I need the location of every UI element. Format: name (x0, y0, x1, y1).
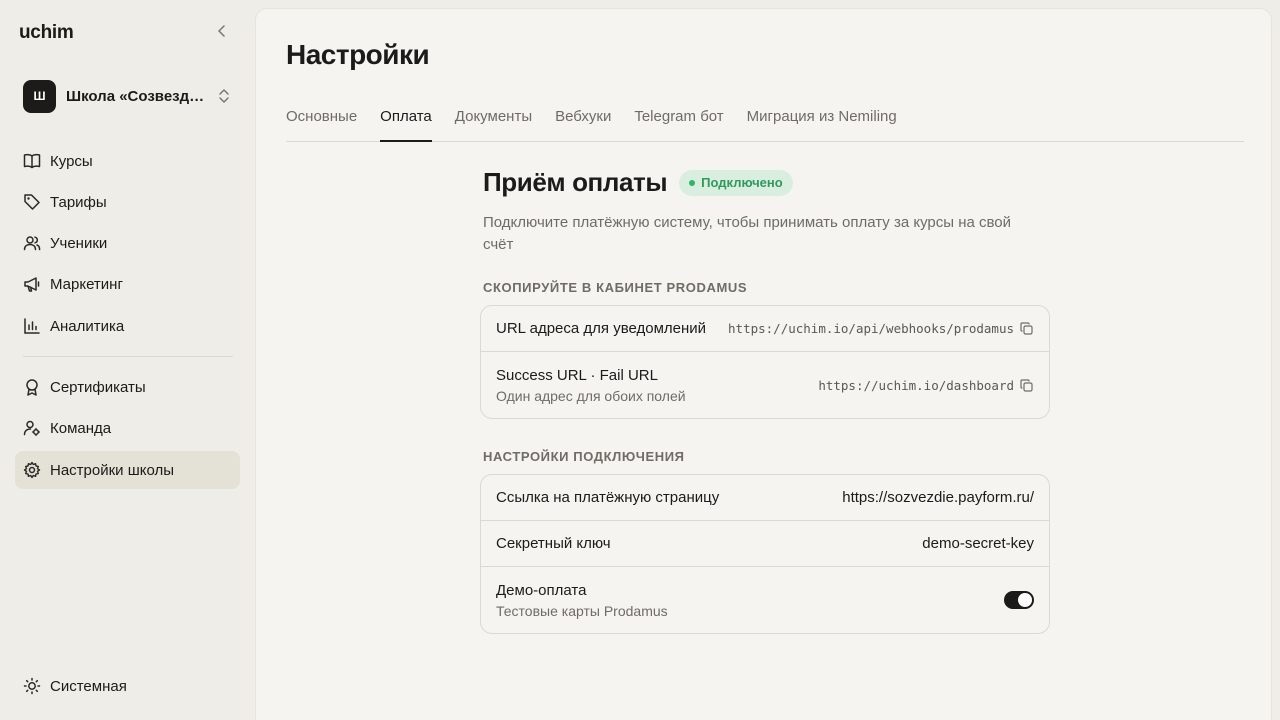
tab-general[interactable]: Основные (286, 101, 357, 142)
sidebar-item-school-settings[interactable]: Настройки школы (15, 451, 240, 489)
connection-card: Ссылка на платёжную страницу https://soz… (480, 474, 1050, 634)
award-icon (23, 378, 41, 396)
tab-migration[interactable]: Миграция из Nemiling (747, 101, 897, 142)
page-title: Настройки (286, 39, 430, 70)
copy-group-label: Скопируйте в кабинет Prodamus (483, 280, 748, 295)
sidebar-item-tariffs[interactable]: Тарифы (15, 183, 240, 221)
tab-payment[interactable]: Оплата (380, 101, 432, 142)
school-switcher[interactable]: Ш Школа «Созвездие» (15, 74, 240, 118)
school-name: Школа «Созвездие» (66, 87, 206, 105)
book-icon (23, 152, 41, 170)
payment-page-label: Ссылка на платёжную страницу (496, 489, 720, 506)
notify-url-label: URL адреса для уведомлений (496, 320, 707, 337)
main-panel: Настройки Основные Оплата Документы Вебх… (255, 8, 1272, 720)
settings-tabs: Основные Оплата Документы Вебхуки Telegr… (286, 101, 1244, 142)
bar-chart-icon (23, 317, 41, 335)
sidebar-item-label: Команда (50, 419, 112, 437)
sidebar-item-label: Аналитика (50, 317, 125, 335)
user-gear-icon (23, 419, 41, 437)
sidebar-item-label: Настройки школы (50, 461, 175, 479)
sidebar-item-label: Курсы (50, 152, 93, 170)
notify-url-value: https://uchim.io/api/webhooks/prodamus (728, 321, 1014, 336)
notify-url-row: URL адреса для уведомлений https://uchim… (481, 306, 1049, 352)
payment-title: Приём оплаты (483, 167, 668, 197)
sidebar-divider (23, 356, 233, 357)
tab-telegram-bot[interactable]: Telegram бот (634, 101, 723, 142)
copy-icon[interactable] (1020, 378, 1034, 392)
sidebar-item-marketing[interactable]: Маркетинг (15, 265, 240, 303)
copy-icon[interactable] (1020, 322, 1034, 336)
tab-documents[interactable]: Документы (455, 101, 532, 142)
payment-page-value[interactable]: https://sozvezdie.payform.ru/ (842, 489, 1034, 506)
sun-icon (23, 677, 41, 695)
sidebar-item-label: Сертификаты (50, 378, 146, 396)
status-badge: Подключено (679, 169, 793, 196)
users-icon (23, 234, 41, 252)
section-description: Подключите платёжную систему, чтобы прин… (483, 214, 1012, 253)
demo-payment-row: Демо-оплата Тестовые карты Prodamus (481, 567, 1049, 633)
status-dot-icon (689, 179, 696, 186)
success-url-value: https://uchim.io/dashboard (818, 377, 1014, 393)
tag-icon (23, 193, 41, 211)
school-avatar: Ш (23, 79, 56, 113)
status-badge-label: Подключено (701, 175, 783, 190)
copy-card: URL адреса для уведомлений https://uchim… (480, 305, 1050, 419)
success-url-label: Success URL · Fail URL (496, 366, 658, 384)
chevron-left-icon (217, 24, 227, 42)
sidebar-item-analytics[interactable]: Аналитика (15, 307, 240, 345)
payment-section: Приём оплаты Подключено Подключите платё… (480, 167, 1053, 634)
sidebar-item-label: Тарифы (50, 193, 107, 211)
chevron-up-down-icon (218, 88, 230, 104)
sidebar-item-label: Ученики (50, 234, 108, 252)
demo-payment-label: Демо-оплата (496, 581, 587, 599)
toggle-knob (1018, 593, 1032, 607)
demo-payment-hint: Тестовые карты Prodamus (496, 602, 668, 619)
sidebar-item-courses[interactable]: Курсы (15, 142, 240, 180)
theme-switcher[interactable]: Системная (15, 667, 240, 705)
connection-group-label: Настройки подключения (483, 449, 685, 464)
gear-icon (23, 461, 41, 479)
secret-key-label: Секретный ключ (496, 535, 611, 552)
sidebar-item-label: Маркетинг (50, 275, 123, 293)
sidebar-item-team[interactable]: Команда (15, 409, 240, 447)
payment-page-row[interactable]: Ссылка на платёжную страницу https://soz… (481, 475, 1049, 521)
sidebar: uchim Ш Школа «Созвездие» Курсы Тарифы У… (0, 0, 255, 720)
demo-payment-toggle[interactable] (1004, 591, 1034, 609)
success-url-hint: Один адрес для обоих полей (496, 387, 686, 404)
success-url-row: Success URL · Fail URL Один адрес для об… (481, 352, 1049, 418)
secret-key-row[interactable]: Секретный ключ demo-secret-key (481, 521, 1049, 567)
tab-webhooks[interactable]: Вебхуки (555, 101, 611, 142)
brand-logo[interactable]: uchim (19, 22, 74, 44)
sidebar-item-students[interactable]: Ученики (15, 224, 240, 262)
section-title: Приём оплаты Подключено (483, 167, 1053, 198)
secret-key-value[interactable]: demo-secret-key (922, 535, 1034, 552)
megaphone-icon (23, 275, 41, 293)
sidebar-item-certificates[interactable]: Сертификаты (15, 368, 240, 406)
collapse-sidebar-button[interactable] (214, 24, 230, 42)
theme-label: Системная (50, 677, 127, 695)
